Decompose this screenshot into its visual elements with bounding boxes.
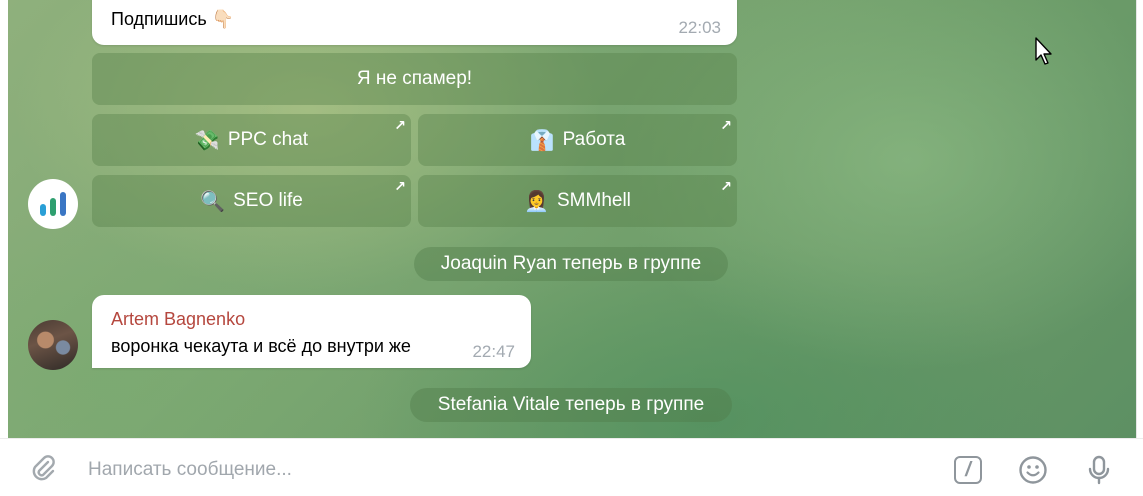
attach-icon[interactable] [28,453,58,483]
right-panel-edge [1136,0,1143,438]
magnifier-icon: 🔍 [200,189,226,213]
user-avatar[interactable] [28,320,78,370]
message-time: 22:47 [472,342,515,361]
office-worker-icon: 👩‍💼 [524,189,549,213]
service-message-joined: Joaquin Ryan теперь в группе [414,247,728,281]
service-message-text: Joaquin Ryan теперь в группе [440,253,702,274]
service-message-text: Stefania Vitale теперь в группе [437,394,705,415]
chat-background: Подпишись 👇🏻 22:03 Я не спамер! 💸 PPC ch… [8,0,1136,438]
message-composer: Написать сообщение... / [0,438,1143,496]
commands-icon-glyph: / [965,458,971,481]
commands-icon[interactable]: / [954,456,982,484]
cursor-icon [1035,37,1052,65]
chart-bar-icon-part [60,192,66,216]
message-time: 22:03 [678,18,721,37]
keyboard-button-seo-life[interactable]: 🔍 SEO life ↗ [92,175,411,227]
external-link-icon: ↗ [720,117,732,133]
tie-icon: 👔 [529,128,555,152]
sender-name[interactable]: Artem Bagnenko [111,309,245,330]
chart-bar-icon-part [50,198,56,216]
keyboard-button-label: SMMhell [557,190,631,211]
message-bubble-artem[interactable]: Artem Bagnenko воронка чекаута и всё до … [92,295,531,368]
keyboard-button-work[interactable]: 👔 Работа ↗ [418,114,737,166]
keyboard-button-label: Я не спамер! [356,68,473,89]
external-link-icon: ↗ [720,178,732,194]
microphone-icon[interactable] [1084,455,1114,485]
chart-bar-icon-part [40,204,46,216]
message-bubble-subscribe[interactable]: Подпишись 👇🏻 22:03 [92,0,737,45]
service-message-joined: Stefania Vitale теперь в группе [410,388,732,422]
message-text: Подпишись 👇🏻 [111,9,235,29]
bot-avatar[interactable] [28,179,78,229]
emoji-icon[interactable] [1018,455,1048,485]
keyboard-button-ppc-chat[interactable]: 💸 PPC chat ↗ [92,114,411,166]
keyboard-button-label: SEO life [233,190,303,211]
money-icon: 💸 [194,128,220,152]
keyboard-button-not-spammer[interactable]: Я не спамер! [92,53,737,105]
message-text: воронка чекаута и всё до внутри же [111,336,411,356]
keyboard-button-label: PPC chat [227,129,309,150]
external-link-icon: ↗ [394,117,406,133]
external-link-icon: ↗ [394,178,406,194]
keyboard-button-smmhell[interactable]: 👩‍💼 SMMhell ↗ [418,175,737,227]
message-input[interactable]: Написать сообщение... [88,459,292,481]
keyboard-button-label: Работа [562,129,626,150]
